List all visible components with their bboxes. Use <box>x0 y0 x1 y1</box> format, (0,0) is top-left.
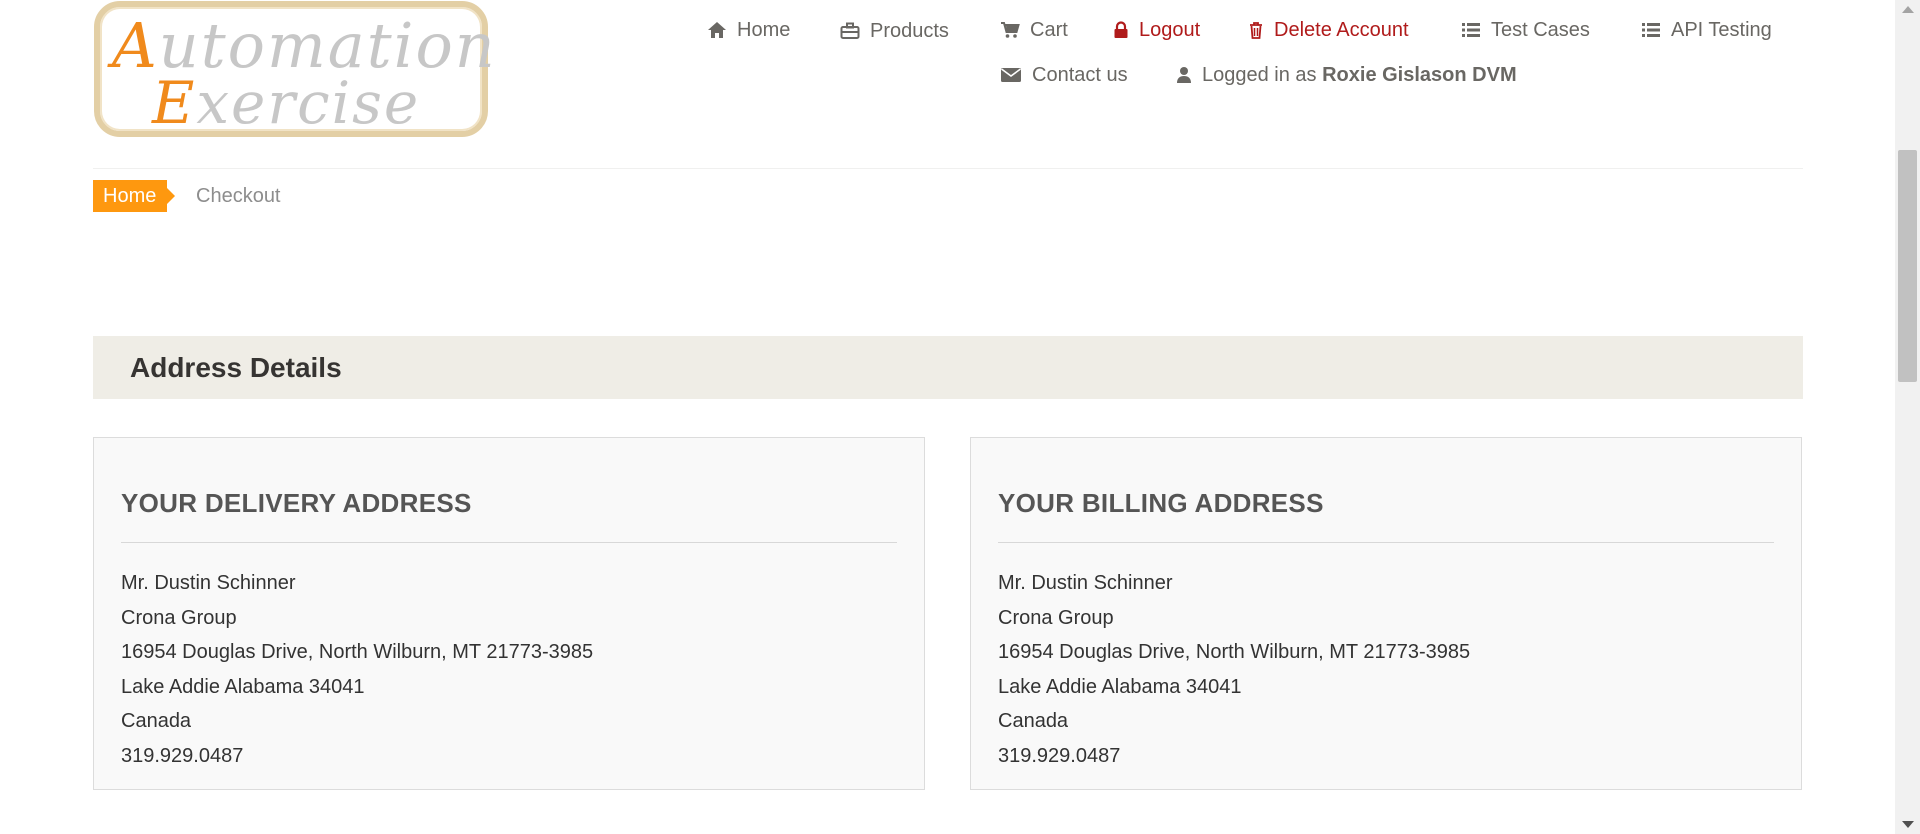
nav-products[interactable]: Products <box>840 14 949 48</box>
delivery-address-divider <box>121 542 897 543</box>
nav-cart-label: Cart <box>1030 18 1068 41</box>
page: Automation Exercise Home Products Cart L… <box>0 0 1895 834</box>
scrollbar-thumb[interactable] <box>1898 150 1917 382</box>
user-icon <box>1177 67 1191 83</box>
nav-products-label: Products <box>870 19 949 42</box>
nav-home[interactable]: Home <box>707 14 790 46</box>
billing-company: Crona Group <box>998 606 1114 629</box>
delivery-address-title: YOUR DELIVERY ADDRESS <box>121 488 472 518</box>
briefcase-icon <box>840 22 860 39</box>
logged-in-text: Logged in as Roxie Gislason DVM <box>1202 63 1517 86</box>
address-details-heading-bar: Address Details <box>93 336 1803 399</box>
delivery-address-lines: Mr. Dustin Schinner Crona Group 16954 Do… <box>121 566 593 773</box>
logged-in-indicator: Logged in as Roxie Gislason DVM <box>1176 59 1517 91</box>
nav-test-cases-label: Test Cases <box>1491 18 1590 41</box>
scroll-down-arrow-icon[interactable] <box>1902 821 1914 828</box>
delivery-company: Crona Group <box>121 606 237 629</box>
billing-name: Mr. Dustin Schinner <box>998 572 1173 594</box>
envelope-icon <box>1001 68 1021 82</box>
billing-address-lines: Mr. Dustin Schinner Crona Group 16954 Do… <box>998 566 1470 773</box>
scroll-up-arrow-icon[interactable] <box>1902 6 1914 13</box>
breadcrumb-current: Checkout <box>196 185 281 207</box>
billing-city-state-zip: Lake Addie Alabama 34041 <box>998 675 1242 698</box>
list-icon <box>1642 23 1660 37</box>
lock-icon <box>1114 21 1128 38</box>
billing-address-box: YOUR BILLING ADDRESS Mr. Dustin Schinner… <box>970 437 1802 790</box>
vertical-scrollbar[interactable] <box>1895 0 1920 834</box>
delivery-street: 16954 Douglas Drive, North Wilburn, MT 2… <box>121 641 594 663</box>
logged-in-username: Roxie Gislason DVM <box>1322 63 1517 86</box>
delivery-city-state-zip: Lake Addie Alabama 34041 <box>121 675 365 698</box>
cart-icon <box>1001 22 1020 38</box>
nav-home-label: Home <box>737 18 791 41</box>
nav-logout[interactable]: Logout <box>1113 14 1200 46</box>
list-icon <box>1462 23 1480 37</box>
delivery-address-box: YOUR DELIVERY ADDRESS Mr. Dustin Schinne… <box>93 437 925 790</box>
delivery-country: Canada <box>121 710 192 732</box>
breadcrumb-home[interactable]: Home <box>93 180 176 212</box>
billing-address-title: YOUR BILLING ADDRESS <box>998 488 1324 518</box>
trash-icon <box>1250 22 1262 39</box>
logo-line-2: Exercise <box>152 69 421 137</box>
billing-street: 16954 Douglas Drive, North Wilburn, MT 2… <box>998 641 1471 663</box>
nav-contact-us[interactable]: Contact us <box>1000 59 1128 91</box>
address-details-title: Address Details <box>130 352 342 383</box>
nav-delete-account[interactable]: Delete Account <box>1248 14 1409 46</box>
nav-logout-label: Logout <box>1139 18 1201 41</box>
header-divider <box>93 168 1803 169</box>
nav-api-testing[interactable]: API Testing <box>1641 14 1772 46</box>
nav-delete-account-label: Delete Account <box>1274 18 1409 41</box>
billing-address-divider <box>998 542 1774 543</box>
nav-test-cases[interactable]: Test Cases <box>1461 14 1590 46</box>
delivery-phone: 319.929.0487 <box>121 744 244 767</box>
site-logo[interactable]: Automation Exercise <box>94 1 495 137</box>
delivery-name: Mr. Dustin Schinner <box>121 572 296 594</box>
nav-contact-us-label: Contact us <box>1032 63 1128 86</box>
billing-country: Canada <box>998 710 1069 732</box>
billing-phone: 319.929.0487 <box>998 744 1121 767</box>
nav-api-testing-label: API Testing <box>1671 18 1772 41</box>
home-icon <box>708 22 726 38</box>
nav-cart[interactable]: Cart <box>1000 14 1068 46</box>
